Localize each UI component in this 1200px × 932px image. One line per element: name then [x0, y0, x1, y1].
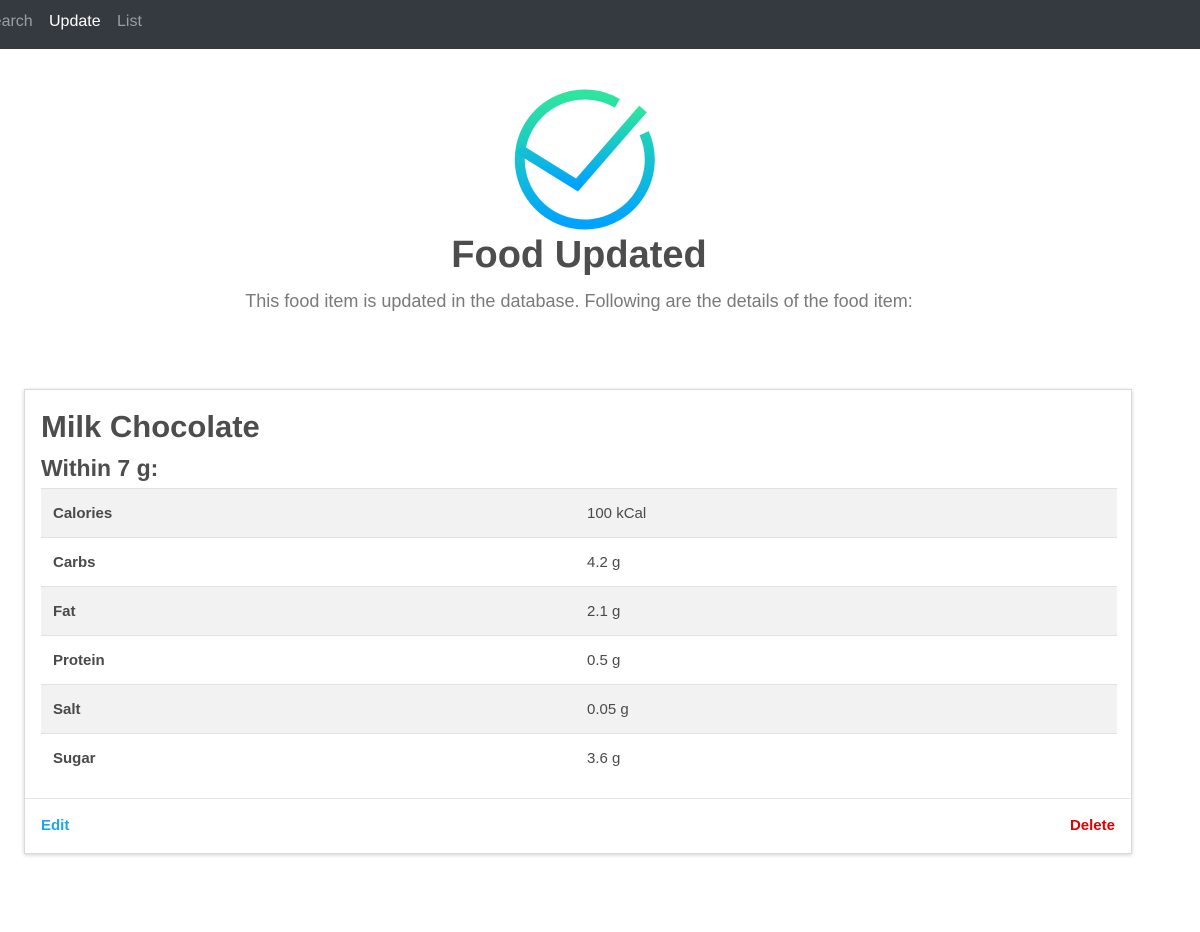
status-message: This food item is updated in the databas… — [245, 291, 913, 311]
nav-link-update[interactable]: Update — [49, 12, 101, 32]
nutrient-value: 100 kCal — [575, 488, 1117, 538]
check-circle-icon — [514, 89, 655, 230]
nav-link-list[interactable]: List — [117, 12, 142, 32]
table-row: Fat 2.1 g — [41, 586, 1117, 636]
top-navbar: Search Update List — [0, 0, 1200, 49]
table-row: Salt 0.05 g — [41, 684, 1117, 734]
nutrient-label: Carbs — [41, 537, 575, 587]
nutrient-label: Sugar — [41, 733, 575, 782]
nav-link-search[interactable]: Search — [0, 12, 33, 32]
table-row: Sugar 3.6 g — [41, 733, 1117, 782]
nutrient-value: 0.05 g — [575, 684, 1117, 734]
nutrient-table: Calories 100 kCal Carbs 4.2 g Fat 2.1 g … — [41, 488, 1117, 782]
nutrient-label: Fat — [41, 586, 575, 636]
nutrient-value: 0.5 g — [575, 635, 1117, 685]
table-row: Protein 0.5 g — [41, 635, 1117, 685]
table-row: Carbs 4.2 g — [41, 537, 1117, 587]
card-footer: Edit Delete — [25, 798, 1131, 854]
nutrient-value: 3.6 g — [575, 733, 1117, 782]
food-name: Milk Chocolate — [41, 409, 260, 444]
nutrient-value: 2.1 g — [575, 586, 1117, 636]
nutrient-value: 4.2 g — [575, 537, 1117, 587]
nutrient-label: Calories — [41, 488, 575, 538]
food-details-card: Milk Chocolate Within 7 g: Calories 100 … — [24, 389, 1132, 854]
nutrient-label: Protein — [41, 635, 575, 685]
portion-size: Within 7 g: — [41, 455, 159, 481]
page-title: Food Updated — [451, 234, 707, 276]
table-row: Calories 100 kCal — [41, 488, 1117, 538]
delete-button[interactable]: Delete — [1070, 817, 1115, 834]
edit-button[interactable]: Edit — [41, 817, 69, 834]
nutrient-label: Salt — [41, 684, 575, 734]
